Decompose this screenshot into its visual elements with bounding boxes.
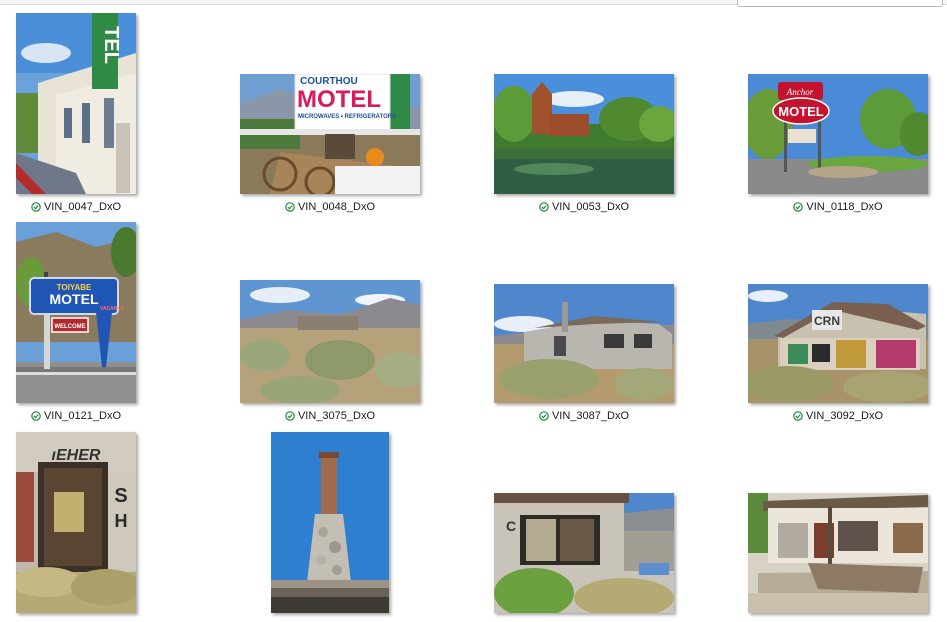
file-name-label[interactable]: VIN_0048_DxO [230, 199, 430, 215]
file-thumbnail[interactable]: CRN [748, 284, 928, 403]
file-name-text: VIN_0121_DxO [43, 410, 122, 422]
check-circle-icon [285, 411, 295, 421]
file-thumbnail[interactable] [748, 493, 928, 613]
file-thumbnail[interactable]: TEL [16, 13, 136, 194]
file-thumbnail[interactable]: TOIYABE MOTEL VACANCY WELCOME [16, 222, 136, 403]
sign-text: WELCOME [54, 324, 85, 330]
file-name-label[interactable]: VIN_3087_DxO [484, 408, 684, 424]
file-name-label[interactable]: VIN_3092_DxO [738, 408, 938, 424]
file-name-label[interactable]: VIN_0053_DxO [484, 199, 684, 215]
sign-text: VACANCY [100, 306, 125, 312]
file-name-text: VIN_0053_DxO [551, 201, 630, 213]
file-name-text: VIN_3087_DxO [551, 410, 630, 422]
file-thumbnail[interactable]: Anchor MOTEL [748, 74, 928, 194]
file-thumbnail[interactable]: C [494, 493, 674, 613]
graffiti-text: ıEHER [52, 447, 101, 464]
check-circle-icon [793, 411, 803, 421]
file-name-text: VIN_0118_DxO [806, 201, 883, 213]
check-circle-icon [285, 202, 295, 212]
graffiti-text: H [115, 511, 128, 531]
file-thumbnail[interactable]: COURTHOU MOTEL MICROWAVES • REFRIGERATOR… [240, 74, 420, 194]
sign-text: MOTEL [297, 86, 381, 113]
sign-text: MICROWAVES • REFRIGERATORS [298, 114, 396, 120]
file-thumbnail[interactable] [240, 280, 420, 403]
file-name-text: VIN_3075_DxO [297, 410, 376, 422]
file-thumbnail[interactable] [494, 74, 674, 194]
check-circle-icon [539, 202, 549, 212]
sign-text: TEL [100, 26, 122, 64]
file-name-text: VIN_3092_DxO [805, 410, 884, 422]
file-explorer-view: TEL VIN_0047_DxO COURTHOU MOTEL MICROWAV… [0, 0, 947, 622]
file-thumbnail[interactable]: ıEHER S H [16, 432, 136, 613]
search-input[interactable] [737, 0, 943, 7]
graffiti-text: CRN [814, 314, 840, 328]
file-name-label[interactable]: VIN_0047_DxO [0, 199, 176, 215]
file-name-label[interactable]: VIN_0121_DxO [0, 408, 176, 424]
sign-text: MOTEL [50, 291, 99, 307]
file-thumbnail[interactable] [271, 432, 389, 613]
file-name-label[interactable]: VIN_0118_DxO [738, 199, 938, 215]
graffiti-text: C [506, 518, 516, 534]
sign-text: MOTEL [778, 104, 824, 119]
check-circle-icon [539, 411, 549, 421]
file-thumbnail[interactable] [494, 284, 674, 403]
file-name-text: VIN_0048_DxO [297, 201, 376, 213]
graffiti-text: S [114, 485, 127, 507]
check-circle-icon [793, 202, 804, 212]
file-name-text: VIN_0047_DxO [43, 201, 122, 213]
sign-text: Anchor [786, 87, 814, 97]
check-circle-icon [31, 202, 41, 212]
file-name-label[interactable]: VIN_3075_DxO [230, 408, 430, 424]
check-circle-icon [31, 411, 41, 421]
